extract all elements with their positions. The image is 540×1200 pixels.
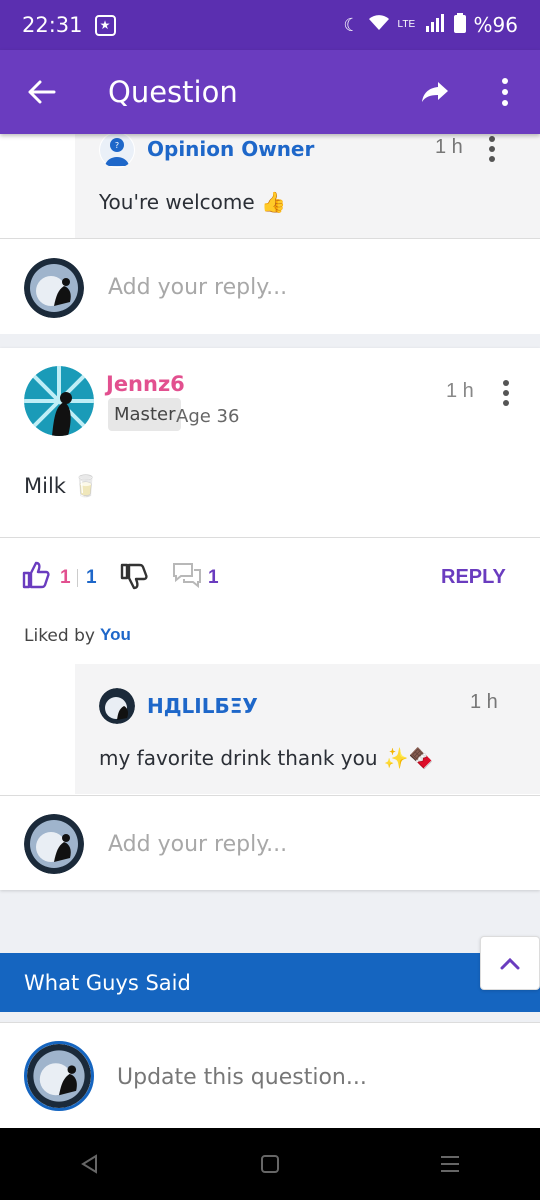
reply-button[interactable]: REPLY [441,566,506,589]
chevron-up-icon [500,957,520,970]
more-vertical-icon [502,78,508,106]
do-not-disturb-moon-icon: ☾ [343,14,360,35]
reply-author[interactable]: НДLILБΞУ [147,694,258,718]
divider [0,238,540,239]
system-navigation-bar [0,1128,540,1200]
share-button[interactable] [400,50,470,134]
menu-lines-icon [441,1156,459,1172]
app-bar: Question [0,50,540,134]
nav-recents-button[interactable] [420,1154,480,1174]
notification-star-icon: ★ [94,14,116,36]
comment-card: Jennz6 Master Age 36 1 h Milk 🥛 1 1 1 RE… [0,348,540,890]
add-reply-input[interactable]: Add your reply... [108,275,287,300]
current-user-avatar [24,258,84,318]
page-title: Question [108,75,238,109]
comment-time: 1 h [446,380,474,402]
replies-count: 1 [208,567,219,588]
comment-text: Milk 🥛 [24,474,99,498]
liked-by-user[interactable]: You [100,625,131,645]
battery-percent: %96 [473,13,518,37]
back-button[interactable] [0,50,84,134]
comment-author-badge: Master [108,398,182,431]
reply-more-button[interactable] [489,136,495,162]
reply-text: You're welcome 👍 [99,190,286,214]
comment-author-age: Age 36 [176,406,240,427]
scroll-to-top-button[interactable] [480,936,540,990]
nav-back-button[interactable] [60,1154,120,1174]
comments-icon [173,563,201,589]
reply-time: 1 h [470,691,498,713]
share-icon [422,82,448,102]
reply-text: my favorite drink thank you ✨🍫 [99,746,434,770]
reply-author-avatar[interactable] [99,688,135,724]
signal-icon [425,13,446,37]
status-bar: 22:31 ★ ☾ LTE %96 [0,0,540,50]
arrow-left-icon [28,80,56,104]
svg-text:?: ? [115,141,119,150]
more-options-button[interactable] [470,50,540,134]
like-button[interactable] [22,561,52,591]
triangle-back-icon [81,1154,97,1174]
wifi-icon [368,14,390,37]
comment-author-avatar[interactable] [24,366,94,436]
nested-reply: ? Opinion Owner 1 h You're welcome 👍 [75,132,540,238]
like-total: 1 [86,567,97,588]
section-header: What Guys Said [0,953,540,1012]
opinion-owner-avatar: ? [99,132,135,168]
thread-card-top: ? Opinion Owner 1 h You're welcome 👍 Add… [0,132,540,334]
count-separator [77,569,78,587]
update-question-row: Update this question... [0,1022,540,1128]
reply-author[interactable]: Opinion Owner [147,137,314,161]
reply-time: 1 h [435,136,463,158]
thumbs-down-icon [120,563,148,590]
nested-reply: НДLILБΞУ 1 h my favorite drink thank you… [75,664,540,794]
dislike-button[interactable] [120,562,150,592]
thumbs-up-icon [22,561,50,589]
like-count: 1 [60,567,71,588]
add-reply-input[interactable]: Add your reply... [108,832,287,857]
section-header-label: What Guys Said [24,971,191,995]
update-question-input[interactable]: Update this question... [117,1065,367,1090]
divider [0,795,540,796]
battery-icon [453,12,466,38]
current-user-avatar [24,814,84,874]
comment-more-button[interactable] [503,380,509,406]
nav-home-button[interactable] [240,1154,300,1174]
divider [0,537,540,538]
lte-indicator: LTE [397,19,416,30]
comment-author[interactable]: Jennz6 [106,372,185,396]
square-home-icon [261,1155,279,1173]
liked-by-label: Liked by [24,626,95,646]
replies-button[interactable] [172,562,204,592]
current-user-avatar [24,1041,94,1111]
status-time: 22:31 [22,13,83,37]
